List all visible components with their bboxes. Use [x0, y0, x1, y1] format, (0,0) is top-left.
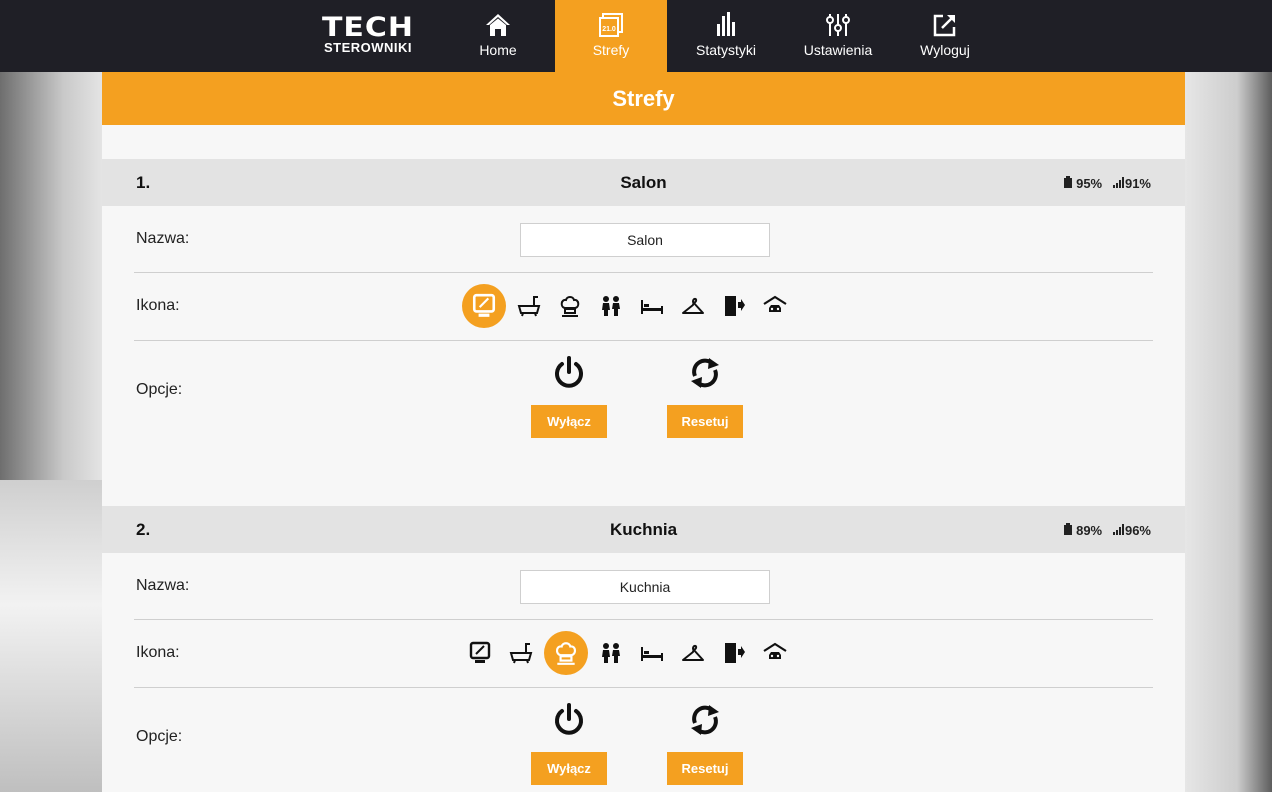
zone-card: 2. Kuchnia 89% 96% Nazwa: Kuchnia Ikona:	[102, 506, 1185, 792]
zone-title: Salon	[620, 173, 667, 192]
garage-car-icon	[763, 642, 787, 659]
zone-icon-option[interactable]	[552, 288, 588, 324]
zone-icon-option[interactable]	[544, 631, 588, 675]
icon-label: Ikona:	[136, 644, 180, 661]
zone-icon-option[interactable]	[675, 288, 711, 324]
zone-icon-option[interactable]	[462, 284, 506, 328]
door-exit-icon	[725, 643, 745, 663]
battery-icon	[1064, 523, 1073, 535]
children-icon	[602, 643, 620, 663]
icon-label: Ikona:	[136, 297, 180, 314]
bed-icon	[641, 300, 663, 314]
power-icon[interactable]	[551, 702, 587, 738]
background-right	[1185, 60, 1272, 792]
bed-icon	[641, 647, 663, 661]
reset-option: Resetuj	[667, 341, 743, 438]
zone-icon-option[interactable]	[593, 288, 629, 324]
nav-statystyki-label: Statystyki	[696, 42, 756, 58]
battery-level: 95%	[1076, 176, 1103, 191]
bathtub-icon	[517, 296, 541, 317]
name-label: Nazwa:	[136, 577, 190, 594]
reset-button[interactable]: Resetuj	[667, 405, 743, 438]
options-row: Opcje: Wyłącz Resetuj	[134, 688, 1153, 792]
nav-home[interactable]: Home	[472, 0, 524, 72]
battery-icon	[1064, 176, 1073, 188]
icon-row: Ikona:	[134, 620, 1153, 688]
signal-level: 91%	[1124, 176, 1151, 191]
background-left	[0, 480, 102, 792]
zone-name-input[interactable]: Kuchnia	[520, 570, 770, 604]
turn-off-button[interactable]: Wyłącz	[531, 405, 607, 438]
zone-status: 95% 91%	[1064, 176, 1151, 191]
zone-name-input[interactable]: Salon	[520, 223, 770, 257]
children-icon	[602, 296, 620, 316]
zone-status: 89% 96%	[1064, 523, 1151, 538]
zones-icon: 21.0	[599, 13, 623, 37]
statistics-icon	[717, 12, 735, 36]
monitor-icon	[472, 293, 496, 317]
signal-icon	[1112, 177, 1124, 188]
chef-hat-icon	[560, 296, 580, 317]
tech-logo[interactable]: TECH STEROWNIKI	[316, 14, 420, 55]
top-navigation-bar: TECH STEROWNIKI Home 21.0 Strefy Statyst…	[0, 0, 1272, 72]
options-row: Opcje: Wyłącz Resetuj	[134, 341, 1153, 461]
hanger-icon	[682, 297, 704, 314]
reset-option: Resetuj	[667, 688, 743, 785]
page-title: Strefy	[102, 72, 1185, 125]
monitor-icon	[469, 641, 491, 663]
reset-button[interactable]: Resetuj	[667, 752, 743, 785]
nav-strefy-label: Strefy	[592, 42, 630, 58]
logo-main-text: TECH	[321, 11, 415, 44]
refresh-icon[interactable]	[687, 355, 723, 391]
icon-picker	[462, 273, 798, 339]
zone-icon-option[interactable]	[634, 635, 670, 671]
zone-title: Kuchnia	[609, 520, 678, 539]
zone-icon-option[interactable]	[716, 635, 752, 671]
bathtub-icon	[509, 643, 533, 664]
battery-level: 89%	[1076, 523, 1103, 538]
zone-icon-option[interactable]	[462, 635, 498, 671]
options-label: Opcje:	[136, 381, 183, 398]
zone-icon-option[interactable]	[503, 635, 539, 671]
zone-icon-option[interactable]	[757, 288, 793, 324]
nav-statystyki[interactable]: Statystyki	[688, 0, 764, 72]
zone-icon-option[interactable]	[675, 635, 711, 671]
power-icon[interactable]	[551, 355, 587, 391]
nav-strefy[interactable]: 21.0 Strefy	[555, 0, 667, 72]
nav-wyloguj-label: Wyloguj	[920, 42, 970, 58]
nav-home-label: Home	[479, 42, 517, 58]
hanger-icon	[682, 644, 704, 661]
signal-level: 96%	[1124, 523, 1151, 538]
zones-icon-text: 21.0	[602, 26, 616, 33]
turn-off-option: Wyłącz	[531, 688, 607, 785]
name-row: Nazwa: Salon	[134, 206, 1153, 273]
zone-header: 2. Kuchnia 89% 96%	[102, 506, 1185, 553]
logout-icon	[933, 14, 956, 37]
options-label: Opcje:	[136, 728, 183, 745]
name-row: Nazwa: Kuchnia	[134, 553, 1153, 620]
refresh-icon[interactable]	[687, 702, 723, 738]
chef-hat-icon	[555, 642, 577, 665]
zone-icon-option[interactable]	[716, 288, 752, 324]
icon-row: Ikona:	[134, 273, 1153, 341]
zone-header: 1. Salon 95% 91%	[102, 159, 1185, 206]
turn-off-option: Wyłącz	[531, 341, 607, 438]
home-icon	[486, 14, 510, 36]
garage-car-icon	[763, 295, 787, 312]
signal-icon	[1112, 524, 1124, 535]
nav-ustawienia[interactable]: Ustawienia	[793, 0, 883, 72]
turn-off-button[interactable]: Wyłącz	[531, 752, 607, 785]
zone-icon-option[interactable]	[757, 635, 793, 671]
zone-card: 1. Salon 95% 91% Nazwa: Salon Ikona: Opc…	[102, 159, 1185, 461]
name-label: Nazwa:	[136, 230, 190, 247]
door-exit-icon	[725, 296, 745, 316]
zones-panel: Strefy 1. Salon 95% 91% Nazwa: Salon Iko…	[102, 72, 1185, 792]
settings-sliders-icon	[826, 14, 850, 36]
nav-wyloguj[interactable]: Wyloguj	[907, 0, 983, 72]
zone-icon-option[interactable]	[511, 288, 547, 324]
zone-icon-option[interactable]	[634, 288, 670, 324]
zone-icon-option[interactable]	[593, 635, 629, 671]
icon-picker	[462, 620, 798, 686]
nav-ustawienia-label: Ustawienia	[803, 42, 873, 58]
